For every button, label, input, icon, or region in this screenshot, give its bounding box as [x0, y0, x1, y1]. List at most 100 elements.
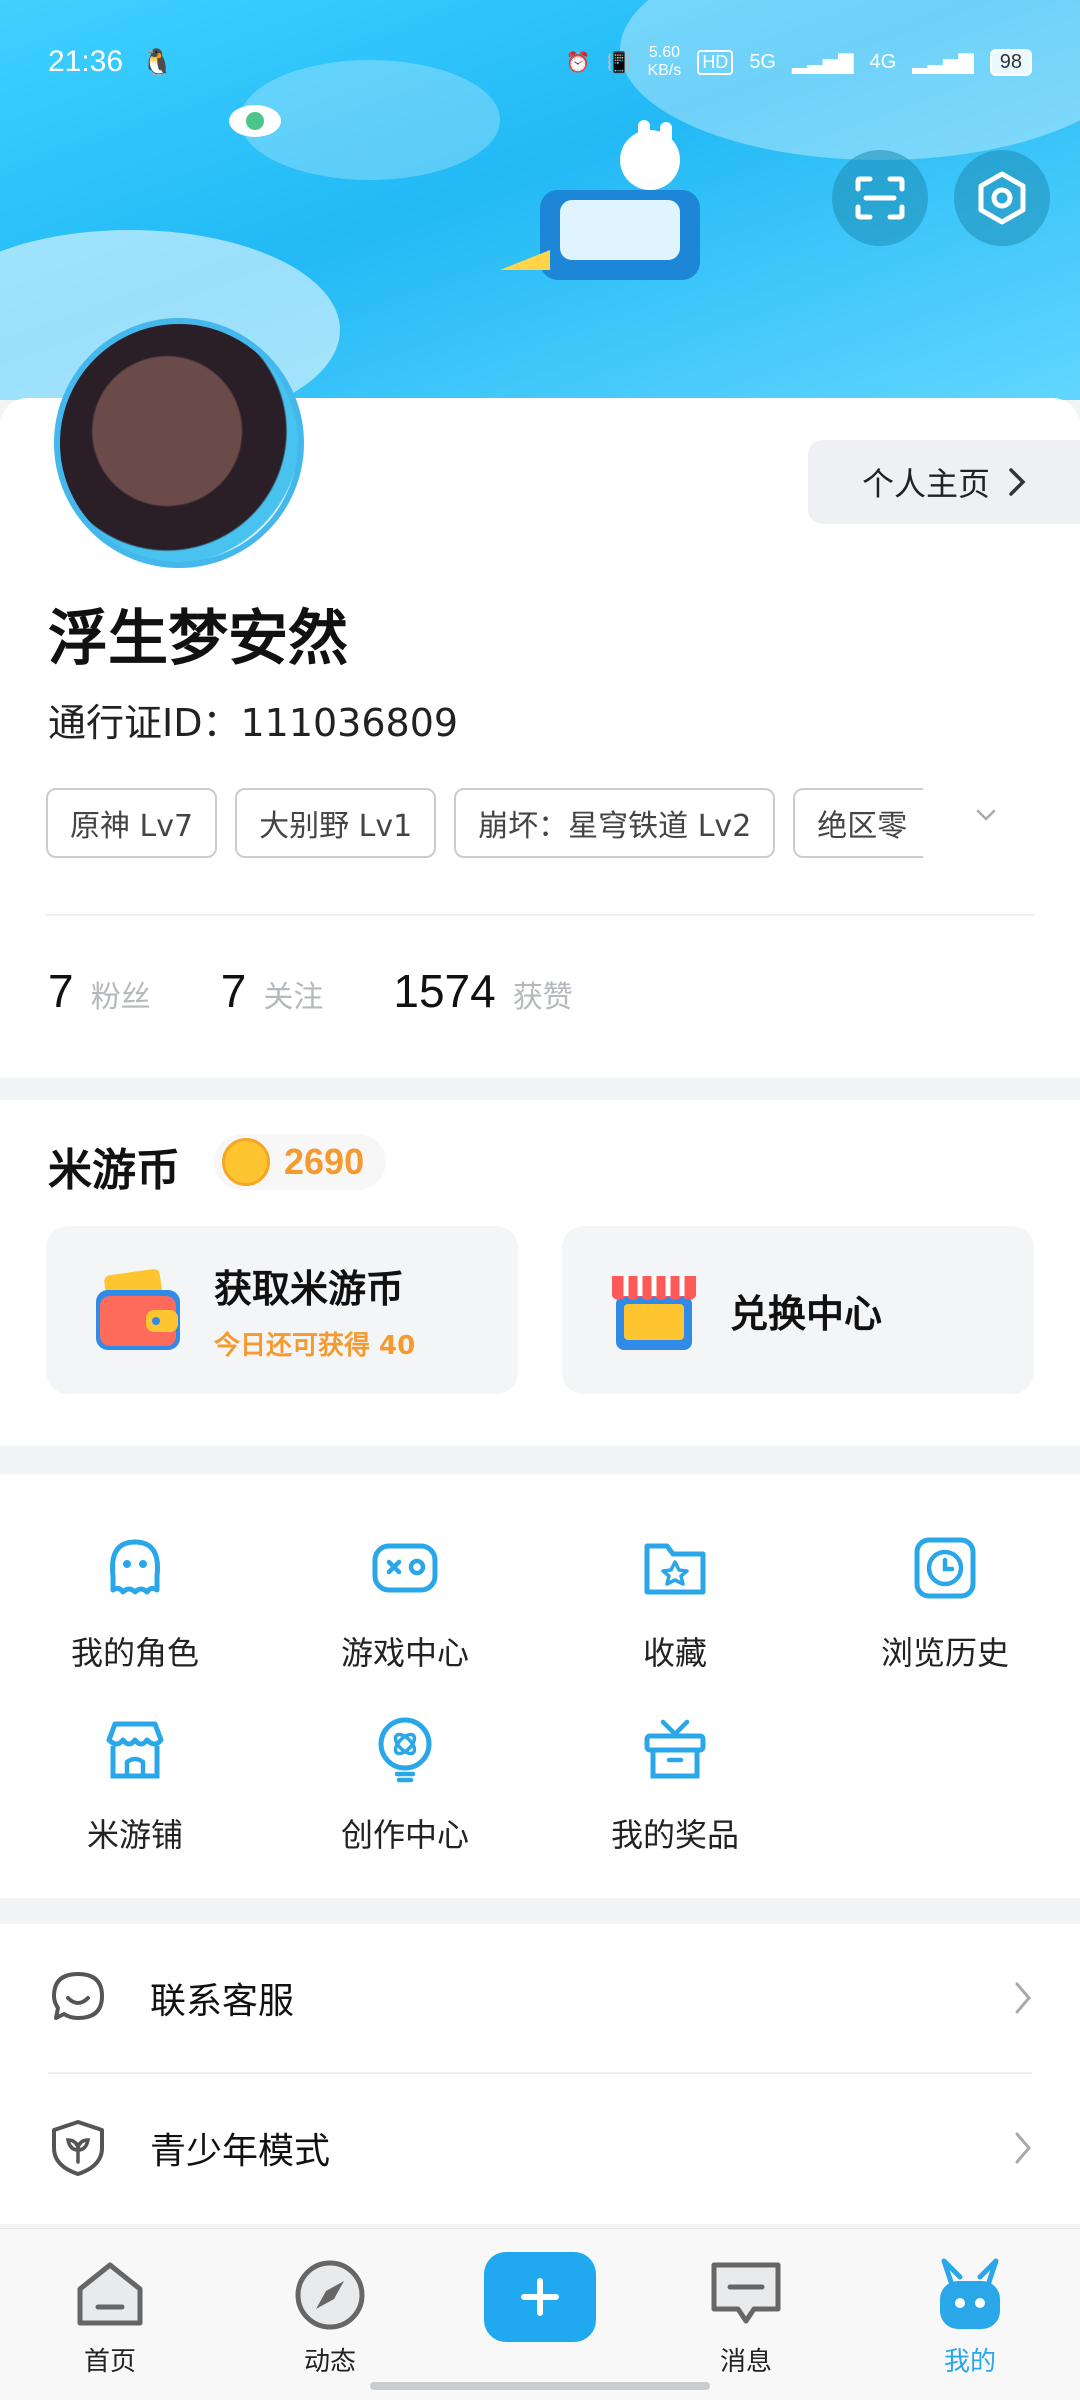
- compass-icon: [290, 2255, 370, 2335]
- game-level-tags: 原神 Lv7 大别野 Lv1 崩坏：星穹铁道 Lv2 绝区零: [46, 788, 924, 858]
- alarm-icon: ⏰: [565, 51, 591, 74]
- status-right: ⏰ 📳 5.60 KB/s HD 5G ▂▃▅▇ 4G ▂▃▅▇ 98: [566, 44, 1032, 80]
- grid-label: 我的角色: [70, 1634, 199, 1672]
- signal-5g: 5G: [749, 50, 776, 73]
- gamepad-icon: [369, 1532, 441, 1604]
- following-stat[interactable]: 7 关注: [221, 964, 324, 1018]
- personal-homepage-label: 个人主页: [861, 465, 990, 503]
- coin-balance-value: 2690: [284, 1141, 365, 1182]
- avatar[interactable]: [54, 318, 304, 568]
- net-speed: 5.60 KB/s: [648, 44, 682, 80]
- coins-section: 米游币 2690 获取米游币 今日还可获得 40 兑换中心: [0, 1100, 1080, 1446]
- list-item-customer-service[interactable]: 联系客服: [48, 1924, 1032, 2072]
- scan-icon: [855, 176, 905, 220]
- game-tag[interactable]: 绝区零: [793, 788, 924, 858]
- profile-stats: 7 粉丝 7 关注 1574 获赞: [48, 964, 573, 1018]
- battery-indicator: 98: [989, 48, 1032, 76]
- nav-label: 动态: [303, 2347, 356, 2377]
- qq-notification-icon: 🐧: [141, 46, 174, 77]
- following-count: 7: [220, 965, 247, 1017]
- game-tag[interactable]: 崩坏：星穹铁道 Lv2: [454, 788, 776, 858]
- grid-item-shop[interactable]: 米游铺: [0, 1714, 270, 1856]
- personal-homepage-button[interactable]: 个人主页: [808, 440, 1080, 524]
- create-post-button[interactable]: [484, 2252, 596, 2342]
- list-label: 联系客服: [150, 1981, 295, 2022]
- nav-messages[interactable]: 消息: [656, 2229, 836, 2400]
- home-icon: [70, 2255, 150, 2335]
- following-label: 关注: [263, 980, 324, 1015]
- chevron-right-icon: [1015, 2132, 1031, 2164]
- exchange-center-title: 兑换中心: [730, 1291, 883, 1336]
- likes-count: 1574: [393, 965, 496, 1017]
- status-bar: 21:36 🐧 ⏰ 📳 5.60 KB/s HD 5G ▂▃▅▇ 4G ▂▃▅▇…: [48, 42, 1032, 82]
- youth-shield-icon: [52, 2120, 104, 2176]
- exchange-center-card[interactable]: 兑换中心: [562, 1226, 1034, 1394]
- likes-label: 获赞: [512, 980, 573, 1015]
- nav-label: 消息: [719, 2347, 772, 2377]
- grid-item-creator-center[interactable]: 创作中心: [270, 1714, 540, 1856]
- nav-mine[interactable]: 我的: [880, 2229, 1060, 2400]
- coin-balance[interactable]: 2690: [214, 1134, 387, 1190]
- grid-label: 米游铺: [86, 1816, 183, 1854]
- list-label: 青少年模式: [150, 2131, 331, 2172]
- grid-label: 我的奖品: [610, 1816, 739, 1854]
- plus-icon: [521, 2278, 559, 2316]
- net-speed-unit: KB/s: [647, 62, 682, 79]
- grid-label: 创作中心: [340, 1816, 469, 1854]
- exchange-center-text: 兑换中心: [730, 1283, 882, 1338]
- net-speed-value: 5.60: [648, 44, 680, 61]
- grid-item-favorites[interactable]: 收藏: [540, 1532, 810, 1674]
- coins-title: 米游币: [48, 1145, 180, 1196]
- grid-label: 收藏: [642, 1634, 707, 1672]
- store-awning-icon: [612, 1276, 696, 1350]
- nav-feed[interactable]: 动态: [240, 2229, 420, 2400]
- nav-home[interactable]: 首页: [20, 2229, 200, 2400]
- followers-label: 粉丝: [90, 980, 151, 1015]
- banner-robot-illustration: [500, 120, 700, 280]
- banner-drone-illustration: [229, 105, 281, 137]
- settings-button[interactable]: [954, 150, 1050, 246]
- mine-bunny-icon: [930, 2255, 1010, 2335]
- expand-tags-icon[interactable]: [976, 808, 996, 822]
- grid-item-history[interactable]: 浏览历史: [810, 1532, 1080, 1674]
- creator-bulb-icon: [369, 1714, 441, 1786]
- chevron-right-icon: [1015, 1982, 1031, 2014]
- earn-coins-card[interactable]: 获取米游币 今日还可获得 40: [46, 1226, 518, 1394]
- signal-bars-icon: ▂▃▅▇: [912, 51, 974, 74]
- message-icon: [706, 2255, 786, 2335]
- history-clock-icon: [909, 1532, 981, 1604]
- divider: [46, 914, 1034, 916]
- earn-coins-subtitle: 今日还可获得 40: [214, 1331, 416, 1361]
- earn-coins-title: 获取米游币: [214, 1267, 405, 1311]
- list-item-youth-mode[interactable]: 青少年模式: [48, 2074, 1032, 2222]
- nav-label: 首页: [83, 2347, 136, 2377]
- nav-label: 我的: [943, 2347, 996, 2377]
- likes-stat[interactable]: 1574 获赞: [393, 964, 572, 1018]
- scan-button[interactable]: [832, 150, 928, 246]
- coin-icon: [222, 1138, 270, 1186]
- game-tag[interactable]: 原神 Lv7: [46, 788, 218, 858]
- grid-item-game-center[interactable]: 游戏中心: [270, 1532, 540, 1674]
- settings-list: 联系客服 青少年模式: [0, 1924, 1080, 2224]
- wallet-icon: [96, 1269, 180, 1350]
- followers-count: 7: [48, 965, 74, 1017]
- grid-label: 游戏中心: [340, 1634, 469, 1672]
- game-tag[interactable]: 大别野 Lv1: [235, 788, 437, 858]
- earn-coins-text: 获取米游币 今日还可获得 40: [214, 1258, 415, 1362]
- hd-icon: HD: [697, 49, 734, 75]
- vibrate-icon: 📳: [606, 51, 632, 74]
- gift-icon: [639, 1714, 711, 1786]
- customer-service-icon: [52, 1972, 104, 2020]
- gesture-home-bar[interactable]: [370, 2382, 710, 2390]
- shop-icon: [99, 1714, 171, 1786]
- username: 浮生梦安然: [48, 604, 348, 674]
- grid-label: 浏览历史: [880, 1634, 1009, 1672]
- followers-stat[interactable]: 7 粉丝: [48, 964, 151, 1018]
- favorites-folder-icon: [639, 1532, 711, 1604]
- grid-item-my-prizes[interactable]: 我的奖品: [540, 1714, 810, 1856]
- feature-grid: 我的角色 游戏中心 收藏 浏览历史 米游铺 创作中心 我的奖品: [0, 1474, 1080, 1898]
- settings-hexagon-icon: [978, 171, 1026, 225]
- signal-4g: 4G: [869, 50, 897, 73]
- grid-item-my-characters[interactable]: 我的角色: [0, 1532, 270, 1674]
- character-icon: [99, 1532, 171, 1604]
